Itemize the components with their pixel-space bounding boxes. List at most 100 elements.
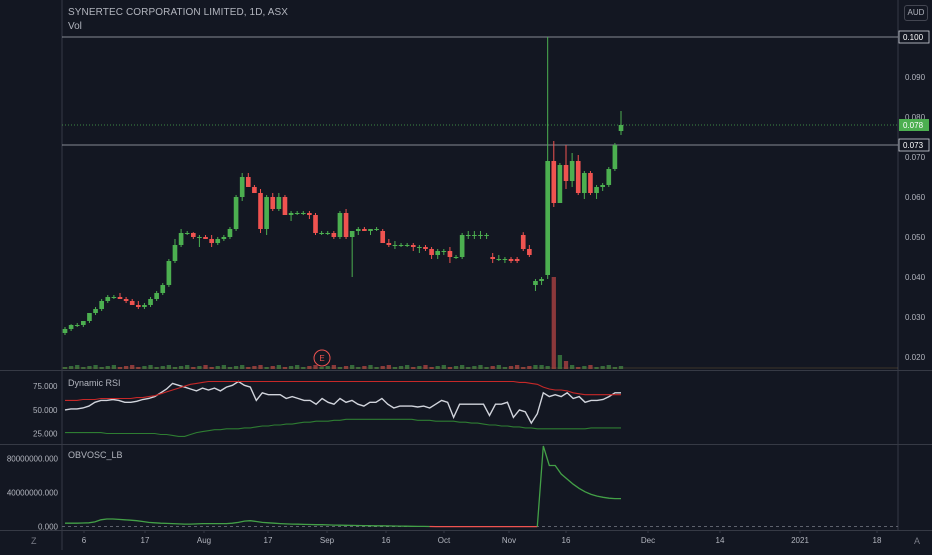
candle-body <box>393 245 398 246</box>
time-tick-label: Sep <box>320 536 335 545</box>
volume-bar <box>106 366 110 369</box>
price-tick-label: 0.030 <box>905 313 926 322</box>
candle-body <box>606 169 611 185</box>
volume-bar <box>69 366 73 369</box>
volume-bar <box>533 365 537 369</box>
candle-body <box>179 233 184 245</box>
volume-bar <box>350 365 354 369</box>
candle-body <box>118 297 123 299</box>
candle-body <box>527 249 532 255</box>
volume-bar <box>607 365 611 369</box>
candle-body <box>258 193 263 229</box>
symbol-title[interactable]: SYNERTEC CORPORATION LIMITED, 1D, ASX <box>68 7 288 18</box>
candle-body <box>576 161 581 193</box>
candle-body <box>411 245 416 247</box>
candle-body <box>600 185 605 187</box>
volume-bar <box>362 366 366 369</box>
candle-body <box>81 321 86 325</box>
obv-line-segment <box>537 446 621 527</box>
candle-body <box>435 251 440 255</box>
volume-bar <box>601 366 605 369</box>
candle-body <box>521 235 526 249</box>
candle-body <box>466 235 471 236</box>
candle-body <box>130 301 135 305</box>
time-tick-label: 17 <box>264 536 273 545</box>
candle-body <box>588 173 593 193</box>
volume-bar <box>313 365 317 369</box>
candle-body <box>185 233 190 234</box>
candle-body <box>252 187 257 193</box>
rsi-tick-label: 75.000 <box>33 382 58 391</box>
price-tick-label: 0.060 <box>905 193 926 202</box>
candle-body <box>215 239 220 243</box>
candle-body <box>75 325 80 326</box>
auto-scale-button[interactable]: A <box>914 536 920 546</box>
volume-bar <box>75 365 79 369</box>
candle-body <box>154 293 159 299</box>
chart-stage[interactable]: 0.0200.0300.0400.0500.0600.0700.0800.090… <box>0 0 932 550</box>
candle-body <box>509 259 514 261</box>
volume-bar <box>289 366 293 369</box>
candle-body <box>264 197 269 229</box>
volume-bar <box>368 365 372 369</box>
rsi-upper-band <box>65 382 621 401</box>
level-price-label: 0.100 <box>903 33 924 42</box>
volume-bar <box>148 365 152 369</box>
chart-svg[interactable]: 0.0200.0300.0400.0500.0600.0700.0800.090… <box>0 0 932 550</box>
candle-body <box>387 243 392 245</box>
price-tick-label: 0.050 <box>905 233 926 242</box>
time-tick-label: Dec <box>641 536 655 545</box>
volume-bar <box>588 365 592 369</box>
candle-body <box>405 245 410 246</box>
time-tick-label: 16 <box>562 536 571 545</box>
candle-body <box>594 187 599 193</box>
volume-bar <box>582 366 586 369</box>
candle-body <box>417 247 422 248</box>
candle-body <box>613 145 618 169</box>
zoom-corner-button[interactable]: Z <box>31 536 37 546</box>
time-tick-label: 16 <box>382 536 391 545</box>
price-tick-label: 0.070 <box>905 153 926 162</box>
volume-bar <box>326 366 330 369</box>
time-tick-label: 6 <box>82 536 87 545</box>
volume-bar <box>509 366 513 369</box>
rsi-lower-band <box>65 419 621 436</box>
volume-bar <box>460 365 464 369</box>
volume-bar <box>240 365 244 369</box>
volume-bar <box>87 366 91 369</box>
last-price-label: 0.078 <box>903 121 924 130</box>
candle-body <box>277 197 282 209</box>
candle-body <box>490 257 495 259</box>
candle-body <box>478 235 483 236</box>
price-tick-label: 0.020 <box>905 353 926 362</box>
candle-body <box>362 229 367 231</box>
candle-body <box>472 235 477 236</box>
volume-bar <box>216 366 220 369</box>
candle-body <box>551 161 556 203</box>
candle-body <box>539 279 544 281</box>
candle-body <box>112 297 117 298</box>
candle-body <box>429 249 434 255</box>
candle-body <box>570 161 575 181</box>
candle-body <box>105 297 110 301</box>
rsi-line <box>65 382 621 424</box>
candle-body <box>142 305 147 307</box>
volume-bar <box>344 366 348 369</box>
candle-body <box>167 261 172 285</box>
candle-body <box>295 213 300 214</box>
candle-body <box>160 285 165 293</box>
candle-body <box>289 213 294 215</box>
volume-bar <box>142 366 146 369</box>
candle-body <box>124 299 129 301</box>
volume-bar <box>277 365 281 369</box>
candle-body <box>209 239 214 243</box>
rsi-tick-label: 50.000 <box>33 406 58 415</box>
candle-body <box>332 233 337 237</box>
currency-badge[interactable]: AUD <box>904 5 928 21</box>
candle-body <box>325 233 330 234</box>
obv-tick-label: 40000000.000 <box>7 489 59 498</box>
candle-body <box>270 197 275 209</box>
candle-body <box>301 213 306 214</box>
volume-bar <box>570 365 574 369</box>
obv-tick-label: 0.000 <box>38 523 59 532</box>
